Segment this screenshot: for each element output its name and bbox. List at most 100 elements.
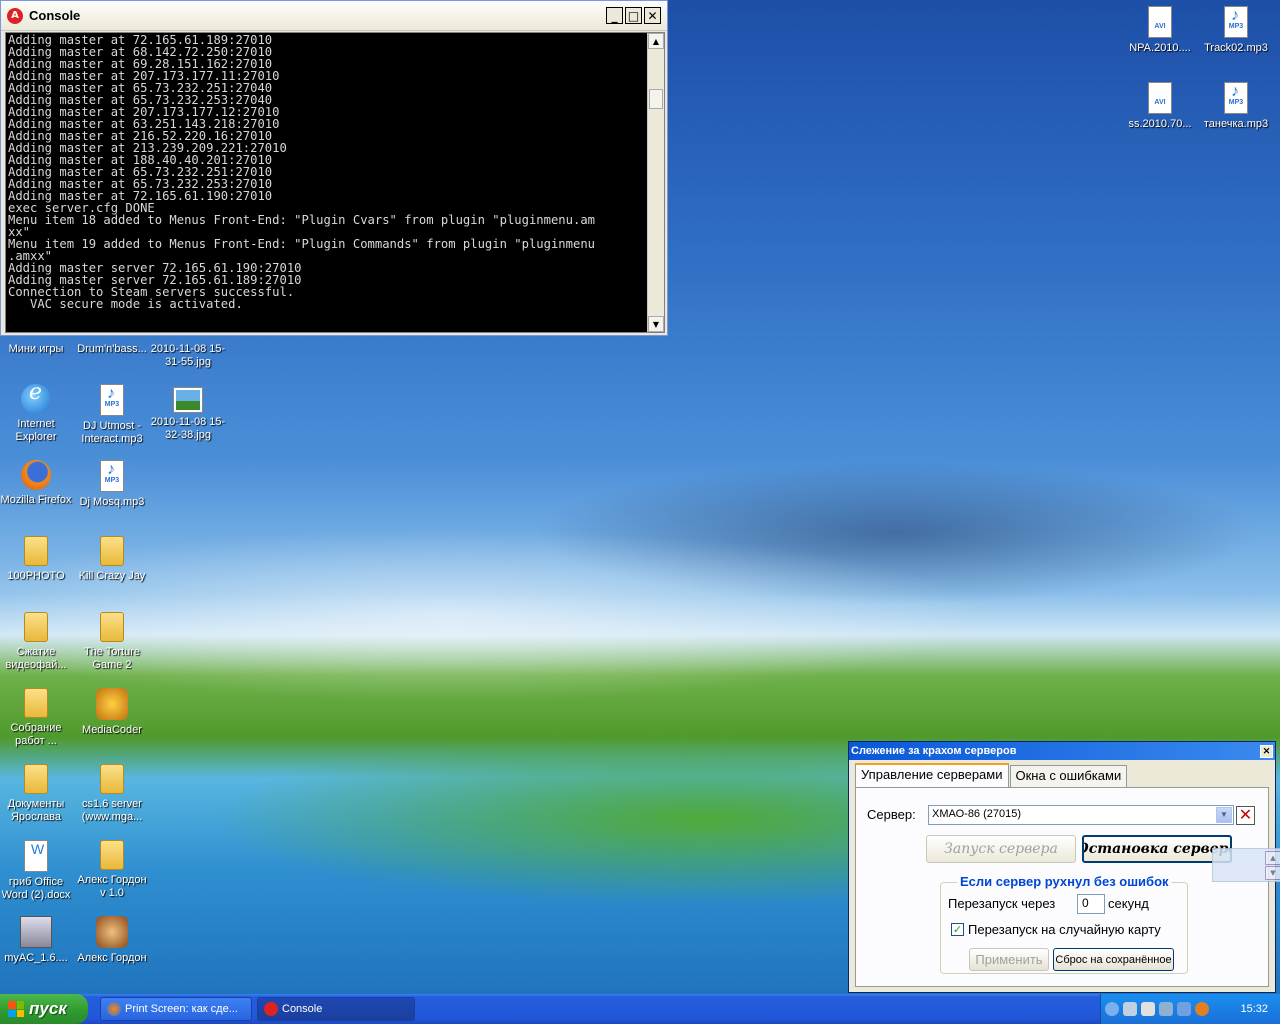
stop-server-button[interactable]: Остановка сервера [1082, 835, 1232, 863]
desktop-icon-100photo[interactable]: 100PHOTO [0, 536, 74, 583]
server-monitor-dialog[interactable]: Слежение за крахом серверов ✕ Управление… [848, 741, 1280, 993]
desktop-icon-myac[interactable]: myAC_1.6.... [0, 916, 74, 965]
chevron-down-icon[interactable]: ▼ [1216, 807, 1232, 823]
random-map-checkbox[interactable]: ✓ [951, 923, 964, 936]
console-titlebar[interactable]: A Console _ □ ✕ [1, 1, 667, 31]
desktop-icon-alex-gordon-game[interactable]: Алекс Гордон [74, 916, 150, 965]
console-line: Menu item 18 added to Menus Front-End: "… [8, 213, 595, 227]
folder-icon [24, 764, 48, 794]
scroll-up-arrow-icon[interactable]: ▲ [648, 33, 664, 49]
console-window[interactable]: A Console _ □ ✕ Adding master at 72.165.… [0, 0, 668, 336]
internet-explorer-icon: e [21, 382, 51, 414]
close-button[interactable]: ✕ [644, 7, 661, 24]
back-arrow-icon[interactable] [1105, 1002, 1119, 1016]
desktop-icon-ss-avi[interactable]: AVI ss.2010.70... [1122, 82, 1198, 131]
desktop-icon-firefox[interactable]: Mozilla Firefox [0, 460, 74, 507]
minimize-button[interactable]: _ [606, 7, 623, 24]
folder-icon [100, 536, 124, 566]
desktop-icon-torture-game[interactable]: The Torture Game 2 [74, 612, 150, 672]
apply-button[interactable]: Применить [969, 948, 1049, 971]
desktop-icon-label: Собрание работ ... [10, 722, 62, 747]
desktop-icon-label: 100PHOTO [7, 570, 65, 582]
restart-seconds-input[interactable]: 0 [1077, 894, 1105, 914]
desktop-icon-label: MediaCoder [82, 724, 142, 736]
mediacoder-icon [96, 688, 128, 720]
desktop-icon-label: танечка.mp3 [1203, 118, 1269, 130]
tab-error-windows[interactable]: Окна с ошибками [1009, 765, 1128, 787]
taskbar-button-print-screen[interactable]: Print Screen: как сде... [100, 997, 252, 1021]
desktop-icon-label: The Torture Game 2 [83, 646, 141, 671]
network-icon[interactable] [1123, 1002, 1137, 1016]
system-tray: 15:32 [1100, 994, 1280, 1024]
scroll-up-arrow-icon[interactable]: ▲ [1265, 851, 1280, 865]
desktop-icon-label: Dj Mosq.mp3 [79, 496, 145, 508]
desktop-icon-dj-mosq[interactable]: ♪ MP3 Dj Mosq.mp3 [74, 460, 150, 509]
display-icon[interactable] [1159, 1002, 1173, 1016]
delete-server-button[interactable]: ✕ [1236, 806, 1255, 825]
desktop-icon-cs-server[interactable]: cs1.6 server (www.mga... [74, 764, 150, 824]
firefox-icon [107, 1002, 121, 1016]
desktop-icon-mediacoder[interactable]: MediaCoder [74, 688, 150, 737]
desktop-icon-jpg-2[interactable]: 2010-11-08 15-32-38.jpg [150, 384, 226, 442]
desktop-icon-jpg-1[interactable]: 2010-11-08 15-31-55.jpg [150, 343, 226, 369]
update-icon[interactable] [1195, 1002, 1209, 1016]
restart-after-label: Перезапуск через [948, 896, 1056, 911]
seconds-label: секунд [1108, 896, 1149, 911]
desktop-icon-mini-games[interactable]: Мини игры [0, 343, 74, 356]
tab-server-management[interactable]: Управление серверами [855, 763, 1009, 787]
desktop-icon-collection[interactable]: Собрание работ ... [0, 688, 74, 748]
random-map-label: Перезапуск на случайную карту [968, 922, 1161, 937]
server-select[interactable]: ХМАО-86 (27015) ▼ [928, 805, 1234, 825]
desktop-icon-label: Internet Explorer [15, 418, 57, 443]
folder-icon [24, 536, 48, 566]
avi-file-icon: AVI [1148, 6, 1172, 38]
scroll-down-arrow-icon[interactable]: ▼ [1265, 866, 1280, 880]
app-logo-icon: A [7, 7, 23, 24]
server-label: Сервер: [867, 807, 916, 822]
desktop-icon-drumnbass[interactable]: Drum'n'bass... [74, 343, 150, 356]
windows-logo-icon [8, 1001, 24, 1017]
desktop-icon-label: cs1.6 server (www.mga... [81, 798, 143, 823]
messenger-icon[interactable] [1177, 1002, 1191, 1016]
desktop-icon-npa-avi[interactable]: AVI NPA.2010.... [1122, 6, 1198, 55]
desktop-icon-label: Drum'n'bass... [77, 343, 147, 355]
scroll-thumb[interactable] [649, 89, 663, 109]
jpg-image-icon [173, 387, 203, 413]
desktop-icon-kill-crazy-jay[interactable]: Kill Crazy Jay [74, 536, 150, 583]
volume-icon[interactable] [1141, 1002, 1155, 1016]
desktop-icon-label: 2010-11-08 15-31-55.jpg [150, 343, 226, 368]
start-button[interactable]: пуск [0, 994, 88, 1024]
tab-panel: Сервер: ХМАО-86 (27015) ▼ ✕ Запуск серве… [855, 787, 1280, 987]
console-scrollbar[interactable]: ▲ ▼ [647, 33, 664, 332]
folder-icon [100, 840, 124, 870]
avi-file-icon: AVI [1148, 82, 1172, 114]
scroll-down-arrow-icon[interactable]: ▼ [648, 316, 664, 332]
dialog-close-button[interactable]: ✕ [1260, 744, 1273, 758]
folder-icon [24, 688, 48, 718]
folder-icon [100, 612, 124, 642]
start-server-button[interactable]: Запуск сервера [926, 835, 1076, 863]
clock[interactable]: 15:32 [1240, 1003, 1268, 1015]
dialog-tabs: Управление серверами Окна с ошибками [855, 763, 1128, 789]
desktop-icon-video-compress[interactable]: Сжатие видеофай... [0, 612, 74, 672]
desktop-icon-word-doc[interactable]: W гриб Office Word (2).docx [0, 840, 74, 902]
dialog-titlebar[interactable]: Слежение за крахом серверов ✕ [849, 742, 1275, 760]
desktop-icon-label: ss.2010.70... [1128, 118, 1192, 130]
desktop-icon-alex-gordon-folder[interactable]: Алекс Гордон v 1.0 [74, 840, 150, 900]
desktop-icon-tanechka[interactable]: ♪ MP3 танечка.mp3 [1198, 82, 1274, 131]
desktop-icon-label: NPA.2010.... [1129, 42, 1191, 54]
reset-to-saved-button[interactable]: Сброс на сохранённое [1053, 948, 1174, 971]
desktop-icon-internet-explorer[interactable]: e Internet Explorer [0, 382, 74, 444]
desktop-icon-dj-utmost[interactable]: ♪ MP3 DJ Utmost - Interact.mp3 [74, 384, 150, 446]
desktop-icon-track02[interactable]: ♪ MP3 Track02.mp3 [1198, 6, 1274, 55]
side-scroll-control[interactable]: ▲ ▼ [1212, 848, 1280, 882]
game-character-icon [96, 916, 128, 948]
desktop-icon-label: Kill Crazy Jay [78, 570, 146, 582]
desktop-icon-label: Алекс Гордон v 1.0 [77, 874, 147, 899]
maximize-button[interactable]: □ [625, 7, 642, 24]
desktop-icon-documents[interactable]: Документы Ярослава [0, 764, 74, 824]
desktop-icon-label: гриб Office Word (2).docx [1, 876, 71, 901]
console-output-area[interactable]: Adding master at 72.165.61.189:27010 Add… [5, 32, 665, 333]
taskbar-button-console[interactable]: Console [257, 997, 415, 1021]
mp3-file-icon: ♪ MP3 [100, 384, 124, 416]
